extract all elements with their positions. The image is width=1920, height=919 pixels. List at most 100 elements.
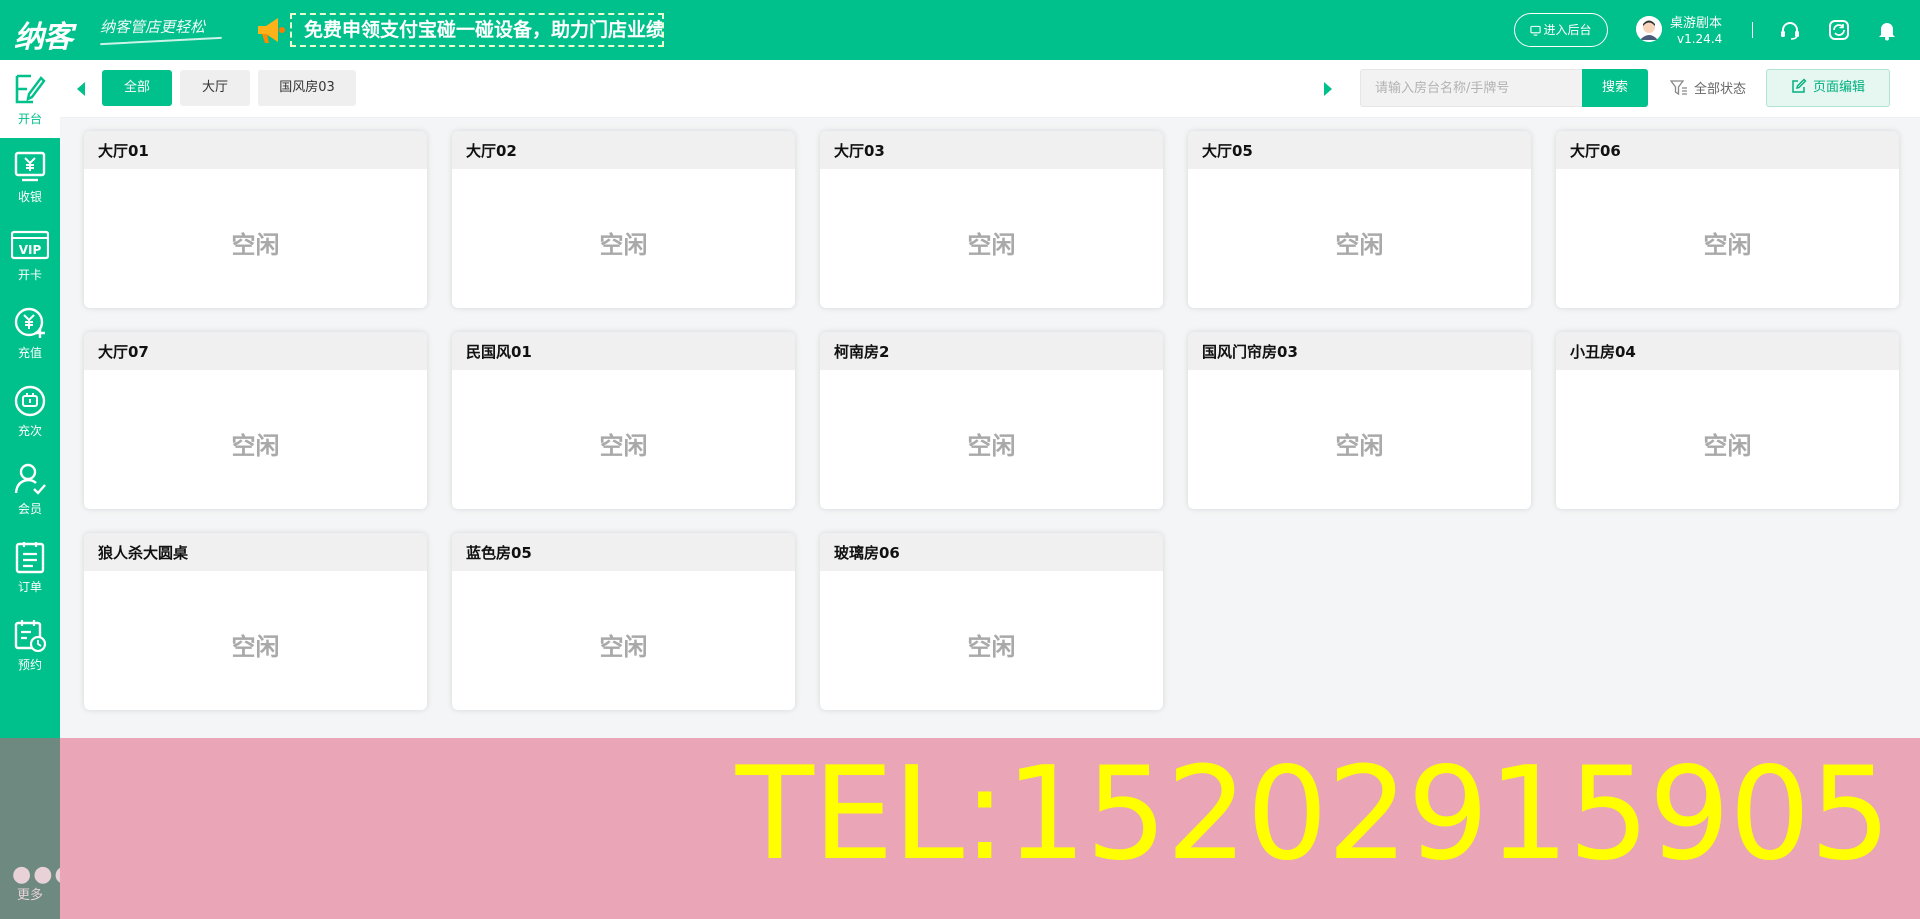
tab-guofeng-03[interactable]: 国风房03: [258, 70, 356, 106]
open-table-icon: [15, 74, 46, 104]
room-name: 蓝色房05: [452, 533, 795, 571]
room-name: 大厅01: [84, 131, 427, 169]
room-name: 玻璃房06: [820, 533, 1163, 571]
promo-phone-text: TEL:15202915905: [735, 740, 1891, 889]
avatar[interactable]: [1636, 16, 1662, 42]
divider: [1752, 22, 1753, 38]
room-card[interactable]: 民国风01 空闲: [452, 332, 795, 509]
sidebar-item-label: 会员: [17, 502, 42, 516]
edit-icon: [1792, 78, 1807, 93]
sidebar-more[interactable]: ●●● 更多: [0, 738, 74, 919]
enter-backend-button[interactable]: 进入后台: [1514, 13, 1608, 47]
scroll-left-icon[interactable]: [77, 82, 85, 96]
room-status: 空闲: [599, 432, 648, 460]
search-button[interactable]: 搜索: [1582, 69, 1648, 107]
sidebar-item-label: 充次: [17, 424, 42, 438]
vip-card-icon: VIP: [11, 230, 49, 260]
user-name[interactable]: 桌游剧本: [1670, 12, 1722, 31]
room-name: 民国风01: [452, 332, 795, 370]
sidebar-item-label: 订单: [17, 580, 42, 594]
room-name: 国风门帘房03: [1188, 332, 1531, 370]
filter-icon: [1669, 80, 1687, 96]
room-status: 空闲: [231, 432, 280, 460]
room-name: 大厅03: [820, 131, 1163, 169]
room-status: 空闲: [599, 633, 648, 661]
app-version: v1.24.4: [1677, 32, 1723, 46]
room-name: 狼人杀大圆桌: [84, 533, 427, 571]
sidebar-item-label: 开卡: [17, 268, 42, 282]
monitor-icon: [1530, 25, 1542, 36]
status-filter[interactable]: 全部状态: [1669, 78, 1747, 97]
tab-hall[interactable]: 大厅: [180, 70, 250, 106]
tab-all[interactable]: 全部: [102, 70, 172, 106]
user-avatar-icon: [1636, 16, 1662, 42]
order-icon: [15, 542, 45, 574]
room-card[interactable]: 大厅01 空闲: [84, 131, 427, 308]
room-card[interactable]: 大厅03 空闲: [820, 131, 1163, 308]
member-icon: [14, 463, 46, 495]
slogan: 纳客管店更轻松: [100, 18, 206, 36]
room-card[interactable]: 小丑房04 空闲: [1556, 332, 1899, 509]
promo-banner[interactable]: 免费申领支付宝碰一碰设备，助力门店业绩倍增！: [290, 13, 664, 47]
room-status: 空闲: [967, 231, 1016, 259]
search-input[interactable]: [1360, 69, 1582, 107]
slogan-underline: [100, 36, 222, 46]
svg-text:VIP: VIP: [19, 243, 42, 257]
room-name: 小丑房04: [1556, 332, 1899, 370]
room-status: 空闲: [967, 633, 1016, 661]
promo-band: TEL:15202915905: [60, 738, 1920, 919]
room-card[interactable]: 国风门帘房03 空闲: [1188, 332, 1531, 509]
room-card[interactable]: 蓝色房05 空闲: [452, 533, 795, 710]
reservation-icon: [14, 620, 47, 652]
recharge-times-icon: [14, 385, 46, 417]
sidebar-item-label: 充值: [17, 346, 42, 360]
page-edit-button[interactable]: 页面编辑: [1766, 69, 1890, 107]
more-label: 更多: [16, 888, 43, 903]
room-status: 空闲: [1335, 231, 1384, 259]
room-name: 大厅02: [452, 131, 795, 169]
room-status: 空闲: [231, 633, 280, 661]
room-card[interactable]: 大厅06 空闲: [1556, 131, 1899, 308]
room-status: 空闲: [1703, 231, 1752, 259]
sidebar-item-open-table[interactable]: 开台: [0, 60, 60, 138]
recharge-icon: [14, 307, 45, 338]
room-name: 大厅07: [84, 332, 427, 370]
sidebar: 开台 收银 VIP 开卡 充值 充次 会员 订单 预约: [0, 60, 60, 738]
bell-icon[interactable]: [1876, 19, 1898, 41]
sidebar-item-label: 预约: [17, 658, 42, 672]
sync-icon[interactable]: [1828, 19, 1850, 41]
room-card[interactable]: 玻璃房06 空闲: [820, 533, 1163, 710]
sidebar-item-reservation[interactable]: 预约: [0, 606, 60, 684]
room-card[interactable]: 大厅05 空闲: [1188, 131, 1531, 308]
room-status: 空闲: [967, 432, 1016, 460]
room-status: 空闲: [1703, 432, 1752, 460]
headset-icon[interactable]: [1779, 19, 1801, 41]
room-name: 柯南房2: [820, 332, 1163, 370]
room-card[interactable]: 大厅02 空闲: [452, 131, 795, 308]
room-card[interactable]: 狼人杀大圆桌 空闲: [84, 533, 427, 710]
room-name: 大厅06: [1556, 131, 1899, 169]
status-filter-label: 全部状态: [1694, 82, 1747, 97]
cashier-icon: [14, 151, 46, 182]
sidebar-item-order[interactable]: 订单: [0, 528, 60, 606]
sidebar-item-recharge[interactable]: 充值: [0, 294, 60, 372]
scroll-right-icon[interactable]: [1324, 82, 1332, 96]
top-bar: 纳客 纳客管店更轻松 免费申领支付宝碰一碰设备，助力门店业绩倍增！ 进入后台 桌…: [0, 0, 1920, 60]
sidebar-item-label: 开台: [17, 112, 42, 126]
sidebar-item-recharge-times[interactable]: 充次: [0, 372, 60, 450]
room-status: 空闲: [231, 231, 280, 259]
app-logo[interactable]: 纳客: [14, 12, 73, 56]
enter-backend-label: 进入后台: [1543, 23, 1592, 37]
sidebar-item-member[interactable]: 会员: [0, 450, 60, 528]
room-status: 空闲: [599, 231, 648, 259]
page-edit-label: 页面编辑: [1812, 80, 1865, 95]
sidebar-item-cashier[interactable]: 收银: [0, 138, 60, 216]
sidebar-item-vip-card[interactable]: VIP 开卡: [0, 216, 60, 294]
megaphone-icon: [258, 18, 285, 43]
filter-bar: 全部 大厅 国风房03 搜索 全部状态 页面编辑: [60, 60, 1920, 118]
room-card[interactable]: 柯南房2 空闲: [820, 332, 1163, 509]
sidebar-item-label: 收银: [17, 190, 42, 204]
room-card[interactable]: 大厅07 空闲: [84, 332, 427, 509]
room-name: 大厅05: [1188, 131, 1531, 169]
room-status: 空闲: [1335, 432, 1384, 460]
